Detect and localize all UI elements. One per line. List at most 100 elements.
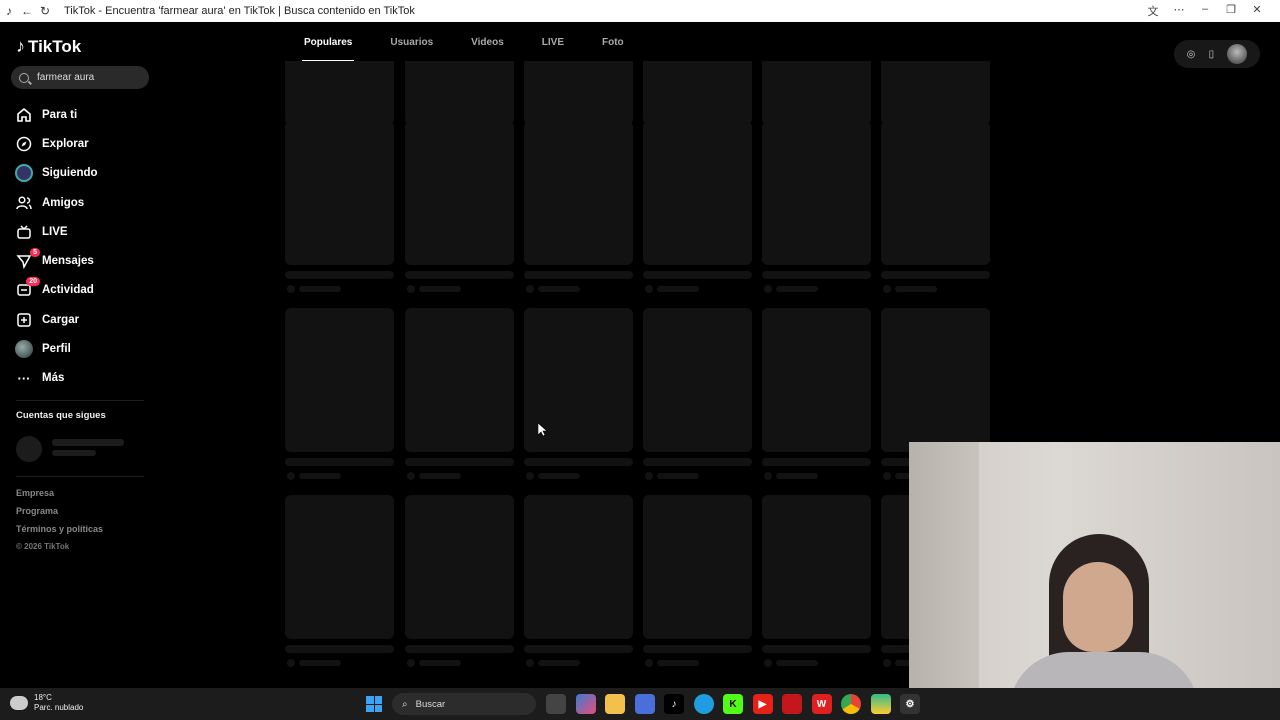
- skeleton-video-card: [285, 121, 394, 265]
- app-red-icon[interactable]: [782, 694, 802, 714]
- skeleton-author-line: [775, 286, 818, 292]
- skeleton-video-card: [642, 495, 752, 639]
- store-icon[interactable]: [634, 694, 655, 714]
- search-input[interactable]: farmear aura: [11, 66, 149, 89]
- menu-dots-icon[interactable]: ⋯: [1166, 3, 1192, 19]
- nav-label: LIVE: [42, 225, 68, 238]
- page-title: TikTok - Encuentra 'farmear aura' en Tik…: [64, 5, 415, 17]
- skeleton-author-line: [299, 473, 341, 479]
- tab-live[interactable]: LIVE: [534, 22, 572, 62]
- skeleton-video-card: [523, 495, 633, 639]
- logo-text: TikTok: [28, 36, 82, 56]
- skeleton-video-card: [523, 61, 633, 125]
- search-tabs: Populares Usuarios Videos LIVE Foto: [296, 22, 654, 62]
- skeleton-video-card: [761, 495, 871, 639]
- skeleton-author-dot: [882, 285, 891, 293]
- skeleton-line: [52, 450, 96, 456]
- nav-label: Perfil: [42, 343, 71, 356]
- nav-menu: Para ti Explorar Siguiendo Amigos LIVE 5…: [14, 100, 98, 393]
- nav-item-mensajes[interactable]: 5 Mensajes: [14, 246, 98, 275]
- footer-links: Empresa Programa Términos y políticas © …: [16, 488, 103, 560]
- nav-item-perfil[interactable]: Perfil: [14, 334, 98, 363]
- skeleton-author-dot: [644, 472, 653, 480]
- tab-foto[interactable]: Foto: [594, 22, 632, 62]
- messages-icon: 5: [14, 248, 40, 271]
- skeleton-author-line: [299, 660, 341, 666]
- translate-icon[interactable]: 文: [1140, 3, 1166, 19]
- skeleton-line: [52, 439, 124, 446]
- kick-icon[interactable]: K: [723, 694, 743, 714]
- mobile-app-icon[interactable]: ▯: [1209, 49, 1215, 60]
- account-avatar[interactable]: [1227, 44, 1248, 64]
- nav-label: Para ti: [42, 108, 78, 121]
- coins-icon[interactable]: ◎: [1187, 49, 1196, 60]
- tiktok-favicon-icon: ♪: [6, 4, 12, 18]
- nav-item-mas[interactable]: ··· Más: [14, 364, 98, 393]
- windows-taskbar: 18°C Parc. nublado ⌕ Buscar ♪ K ▶ W ⚙: [0, 688, 1280, 720]
- skeleton-caption-line: [285, 458, 394, 466]
- tiktok-app-icon[interactable]: ♪: [664, 694, 684, 714]
- search-value: farmear aura: [37, 72, 95, 83]
- following-title: Cuentas que sigues: [16, 410, 106, 421]
- tiktok-logo[interactable]: ♪ TikTok: [16, 36, 81, 57]
- nav-item-explorar[interactable]: Explorar: [14, 129, 98, 158]
- live-icon: [14, 222, 34, 242]
- footer-link-empresa[interactable]: Empresa: [16, 488, 103, 506]
- skeleton-author-dot: [882, 472, 891, 480]
- nav-item-para-ti[interactable]: Para ti: [14, 100, 98, 129]
- skeleton-caption-line: [523, 645, 633, 653]
- footer-link-programa[interactable]: Programa: [16, 506, 103, 524]
- close-icon[interactable]: ✕: [1244, 3, 1270, 19]
- skeleton-video-card: [642, 121, 752, 265]
- maximize-icon[interactable]: ❐: [1218, 3, 1244, 19]
- person-face: [1063, 562, 1133, 652]
- wps-icon[interactable]: W: [811, 694, 832, 714]
- youtube-icon[interactable]: ▶: [752, 694, 773, 714]
- following-avatar-icon: [14, 163, 34, 183]
- footer-link-terminos[interactable]: Términos y políticas: [16, 524, 103, 542]
- taskbar-search[interactable]: ⌕ Buscar: [392, 693, 536, 715]
- copilot-icon[interactable]: [575, 694, 596, 714]
- minimize-icon[interactable]: –: [1192, 3, 1218, 19]
- weather-widget[interactable]: 18°C Parc. nublado: [10, 693, 83, 713]
- file-explorer-icon[interactable]: [605, 694, 625, 714]
- skeleton-caption-line: [761, 458, 871, 466]
- nav-label: Cargar: [42, 313, 80, 326]
- skeleton-author-line: [418, 286, 461, 292]
- reload-icon[interactable]: ↻: [36, 4, 54, 18]
- skeleton-video-card: [523, 121, 633, 265]
- upload-icon: [14, 310, 34, 330]
- skeleton-caption-line: [880, 271, 990, 279]
- skeleton-caption-line: [404, 271, 514, 279]
- skeleton-caption-line: [285, 271, 394, 279]
- skeleton-author-dot: [882, 659, 891, 667]
- nav-item-siguiendo[interactable]: Siguiendo: [14, 159, 98, 188]
- skeleton-video-card: [642, 61, 752, 125]
- profile-avatar-icon: [14, 339, 34, 359]
- skeleton-video-card: [880, 121, 990, 265]
- chrome-icon[interactable]: [841, 694, 861, 714]
- settings-gear-icon[interactable]: ⚙: [900, 694, 920, 714]
- nav-item-cargar[interactable]: Cargar: [14, 305, 98, 334]
- activity-badge: 20: [26, 277, 40, 287]
- nav-item-live[interactable]: LIVE: [14, 217, 98, 246]
- taskbar-search-label: Buscar: [415, 698, 446, 710]
- tab-populares[interactable]: Populares: [296, 22, 360, 62]
- back-arrow-icon[interactable]: ←: [18, 4, 36, 18]
- tab-usuarios[interactable]: Usuarios: [382, 22, 441, 62]
- nav-item-amigos[interactable]: Amigos: [14, 188, 98, 217]
- app-green-icon[interactable]: [870, 694, 891, 714]
- skeleton-video-card: [761, 121, 871, 265]
- more-icon: ···: [17, 370, 31, 386]
- skeleton-author-dot: [406, 659, 415, 667]
- activity-icon: 20: [14, 277, 40, 300]
- tab-videos[interactable]: Videos: [463, 22, 512, 62]
- edge-icon[interactable]: [693, 694, 714, 714]
- skeleton-author-line: [537, 660, 580, 666]
- nav-item-actividad[interactable]: 20 Actividad: [14, 276, 98, 305]
- skeleton-author-dot: [287, 285, 295, 293]
- task-view-icon[interactable]: [546, 694, 566, 714]
- windows-start-icon[interactable]: [366, 696, 382, 712]
- weather-temp: 18°C: [34, 693, 52, 702]
- skeleton-author-line: [656, 473, 699, 479]
